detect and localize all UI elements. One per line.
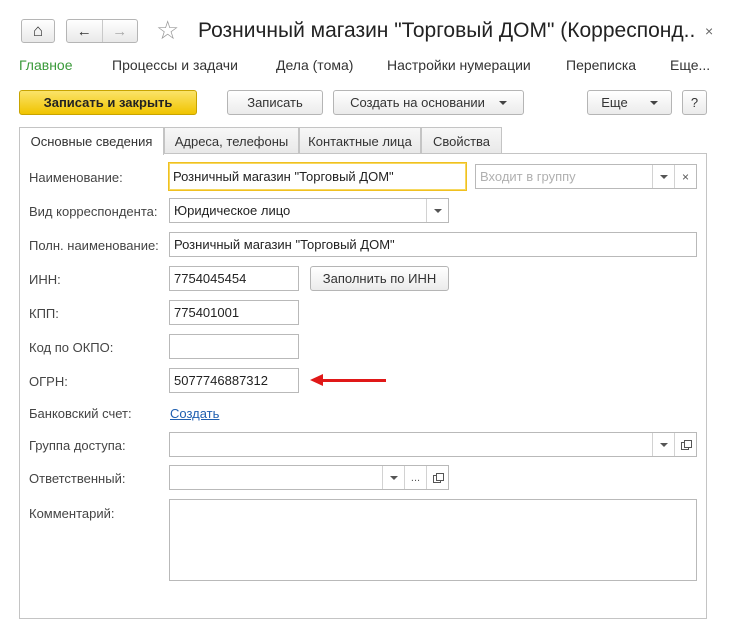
kpp-input[interactable]: 775401001 bbox=[169, 300, 299, 325]
tab-addresses[interactable]: Адреса, телефоны bbox=[164, 127, 299, 154]
more-actions-button[interactable]: Еще bbox=[587, 90, 672, 115]
save-button[interactable]: Записать bbox=[227, 90, 323, 115]
kind-label: Вид корреспондента: bbox=[29, 204, 158, 219]
responsible-label: Ответственный: bbox=[29, 471, 126, 486]
create-based-on-label: Создать на основании bbox=[350, 95, 485, 110]
ogrn-label: ОГРН: bbox=[29, 374, 68, 389]
chevron-down-icon bbox=[659, 174, 668, 179]
forward-arrow-icon: → bbox=[112, 22, 128, 40]
menu-item-cases[interactable]: Дела (тома) bbox=[276, 57, 353, 73]
chevron-down-icon bbox=[498, 100, 507, 105]
full-name-value: Розничный магазин "Торговый ДОМ" bbox=[174, 237, 395, 252]
tab-main-info[interactable]: Основные сведения bbox=[19, 127, 164, 155]
menu-item-processes[interactable]: Процессы и задачи bbox=[112, 57, 238, 73]
open-icon bbox=[432, 473, 444, 483]
home-button[interactable]: ⌂ bbox=[21, 19, 55, 43]
group-input[interactable]: Входит в группу × bbox=[475, 164, 697, 189]
home-icon: ⌂ bbox=[32, 21, 44, 40]
close-icon[interactable]: × bbox=[705, 23, 713, 39]
okpo-input[interactable] bbox=[169, 334, 299, 359]
kind-select[interactable]: Юридическое лицо bbox=[169, 198, 449, 223]
fill-by-inn-button[interactable]: Заполнить по ИНН bbox=[310, 266, 449, 291]
kpp-value: 775401001 bbox=[174, 305, 240, 320]
favorite-star-icon[interactable]: ☆ bbox=[156, 15, 179, 46]
tab-contacts[interactable]: Контактные лица bbox=[299, 127, 421, 154]
chevron-down-icon bbox=[649, 100, 658, 105]
bank-account-label: Банковский счет: bbox=[29, 406, 132, 421]
name-value: Розничный магазин "Торговый ДОМ" bbox=[173, 169, 394, 184]
inn-input[interactable]: 7754045454 bbox=[169, 266, 299, 291]
save-and-close-label: Записать и закрыть bbox=[43, 95, 173, 110]
save-and-close-button[interactable]: Записать и закрыть bbox=[19, 90, 197, 115]
menu-item-numbering[interactable]: Настройки нумерации bbox=[387, 57, 531, 73]
chevron-down-icon bbox=[389, 475, 398, 480]
tab-properties[interactable]: Свойства bbox=[421, 127, 502, 154]
navigation-buttons: ← → bbox=[66, 19, 138, 43]
group-placeholder: Входит в группу bbox=[480, 169, 576, 184]
chevron-down-icon bbox=[659, 442, 668, 447]
responsible-open-button[interactable] bbox=[426, 466, 448, 489]
kpp-label: КПП: bbox=[29, 306, 59, 321]
window-title: Розничный магазин "Торговый ДОМ" (Коррес… bbox=[198, 19, 696, 42]
menu-item-correspondence[interactable]: Переписка bbox=[566, 57, 636, 73]
full-name-label: Полн. наименование: bbox=[29, 238, 159, 253]
help-button[interactable]: ? bbox=[682, 90, 707, 115]
access-group-open-button[interactable] bbox=[674, 433, 696, 456]
full-name-input[interactable]: Розничный магазин "Торговый ДОМ" bbox=[169, 232, 697, 257]
chevron-down-icon bbox=[433, 208, 442, 213]
back-button[interactable]: ← bbox=[67, 20, 102, 42]
comment-textarea[interactable] bbox=[169, 499, 697, 581]
inn-value: 7754045454 bbox=[174, 271, 247, 286]
menu-item-more[interactable]: Еще... bbox=[670, 57, 710, 73]
create-based-on-button[interactable]: Создать на основании bbox=[333, 90, 524, 115]
inn-label: ИНН: bbox=[29, 272, 61, 287]
create-bank-account-link[interactable]: Создать bbox=[170, 406, 219, 421]
tab-addresses-label: Адреса, телефоны bbox=[174, 133, 289, 149]
open-icon bbox=[680, 440, 692, 450]
more-actions-label: Еще bbox=[601, 95, 628, 110]
ellipsis-icon: ... bbox=[410, 471, 421, 484]
tab-properties-label: Свойства bbox=[432, 133, 491, 149]
responsible-input[interactable]: ... bbox=[169, 465, 449, 490]
okpo-label: Код по ОКПО: bbox=[29, 340, 114, 355]
access-group-dropdown-button[interactable] bbox=[652, 433, 674, 456]
name-label: Наименование: bbox=[29, 170, 123, 185]
clear-icon: × bbox=[681, 169, 689, 184]
access-group-input[interactable] bbox=[169, 432, 697, 457]
tab-main-info-label: Основные сведения bbox=[30, 134, 153, 149]
comment-label: Комментарий: bbox=[29, 506, 115, 521]
tab-contacts-label: Контактные лица bbox=[308, 133, 412, 149]
ogrn-input[interactable]: 5077746887312 bbox=[169, 368, 299, 393]
annotation-arrow-line bbox=[320, 379, 386, 382]
group-clear-button[interactable]: × bbox=[674, 165, 696, 188]
save-label: Записать bbox=[247, 95, 303, 110]
kind-dropdown-button[interactable] bbox=[426, 199, 448, 222]
group-dropdown-button[interactable] bbox=[652, 165, 674, 188]
name-input[interactable]: Розничный магазин "Торговый ДОМ" bbox=[168, 162, 467, 191]
forward-button[interactable]: → bbox=[101, 20, 138, 42]
access-group-label: Группа доступа: bbox=[29, 438, 126, 453]
responsible-select-button[interactable]: ... bbox=[404, 466, 426, 489]
menu-item-main[interactable]: Главное bbox=[19, 57, 73, 73]
ogrn-value: 5077746887312 bbox=[174, 373, 268, 388]
kind-value: Юридическое лицо bbox=[174, 203, 291, 218]
responsible-dropdown-button[interactable] bbox=[382, 466, 404, 489]
help-icon: ? bbox=[690, 95, 699, 110]
fill-by-inn-label: Заполнить по ИНН bbox=[322, 271, 437, 286]
back-arrow-icon: ← bbox=[76, 22, 92, 40]
